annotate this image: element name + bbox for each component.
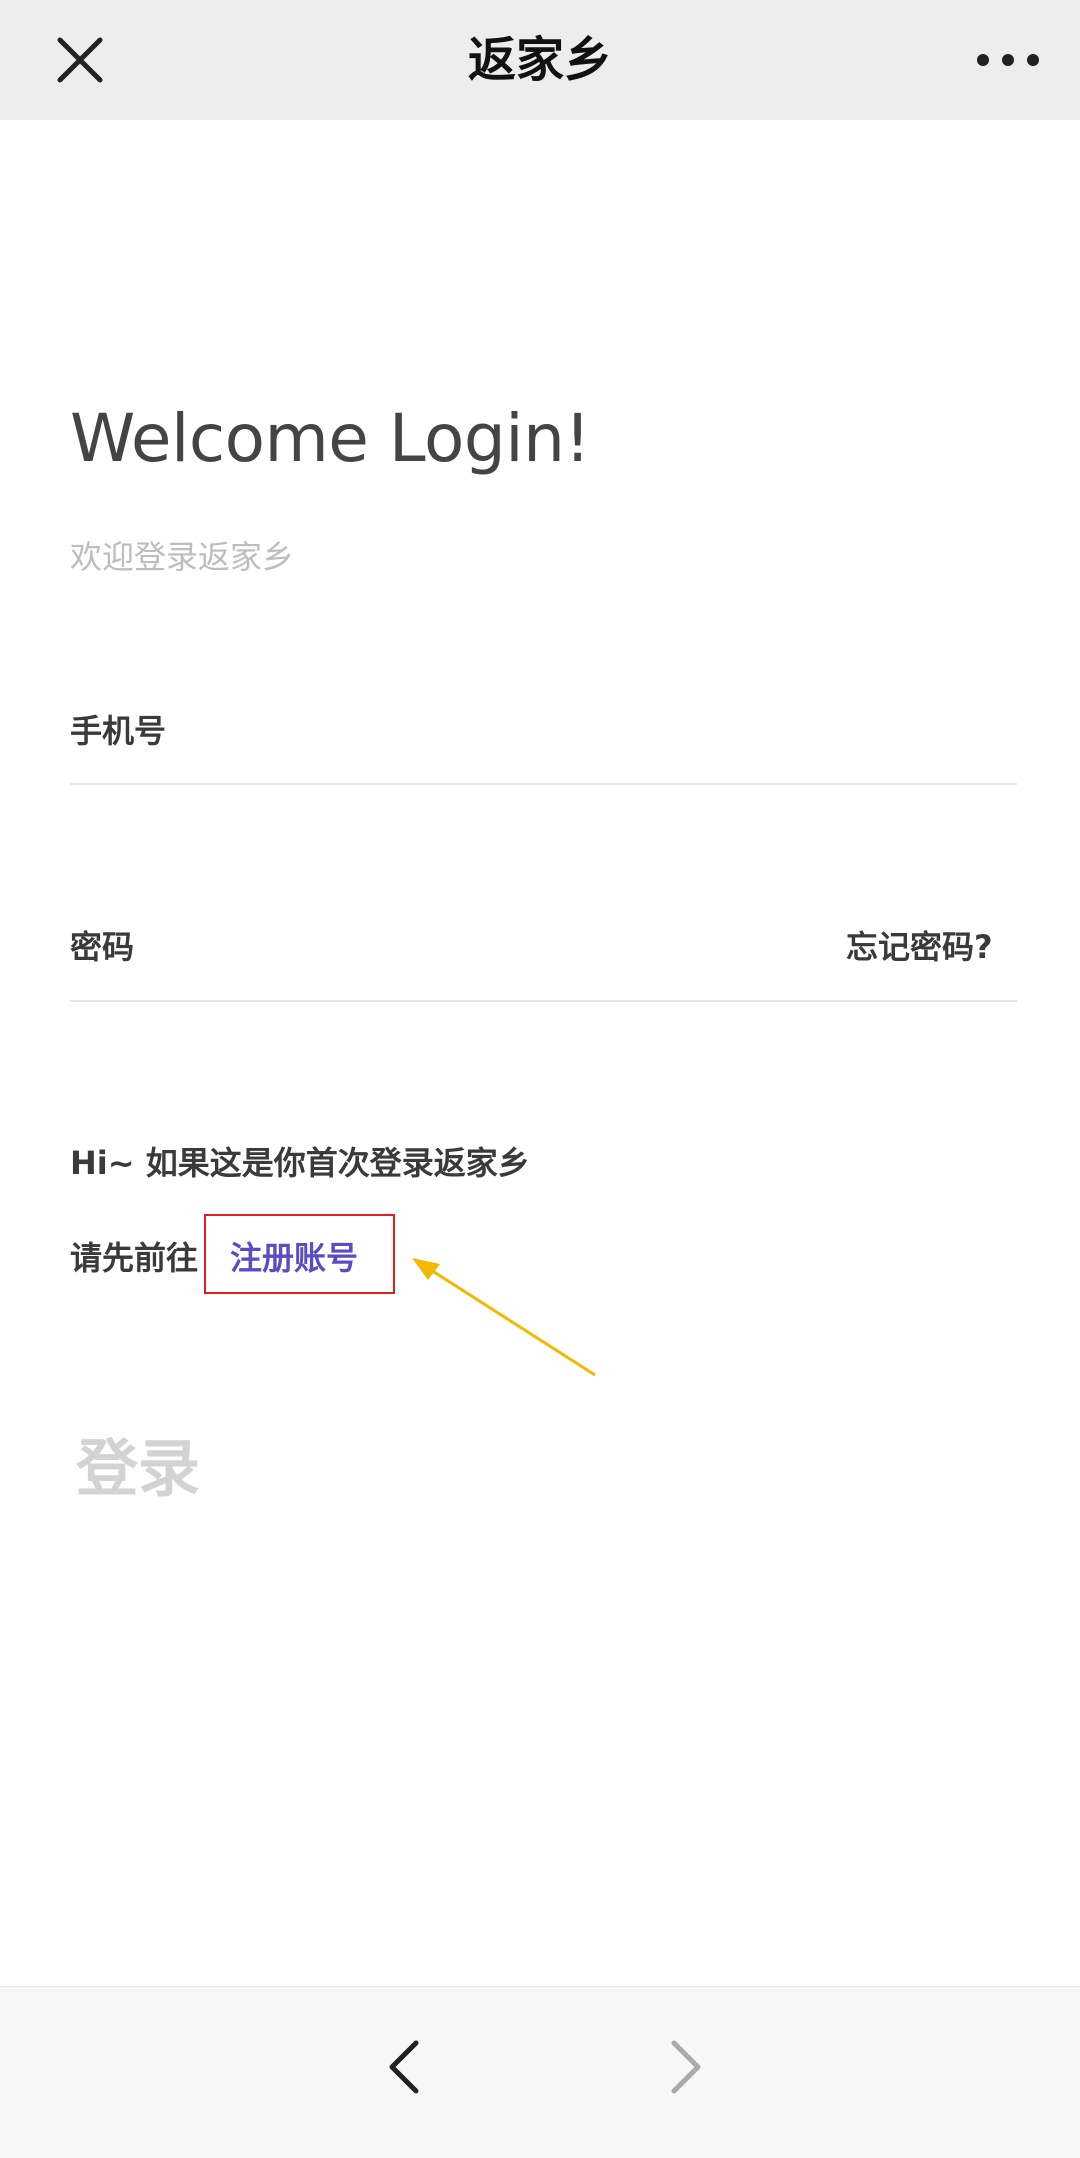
top-nav-bar: 返家乡	[0, 0, 1080, 120]
bottom-nav-bar	[0, 1986, 1080, 2158]
forgot-password-link[interactable]: 忘记密码?	[846, 922, 993, 968]
register-link[interactable]: 注册账号	[230, 1233, 358, 1279]
password-input[interactable]	[170, 914, 814, 976]
chevron-left-icon	[389, 2040, 419, 2094]
back-button[interactable]	[378, 2027, 428, 2107]
annotation-arrow-icon	[412, 1258, 596, 1377]
welcome-heading: Welcome Login!	[70, 400, 591, 477]
forward-button[interactable]	[662, 2027, 712, 2107]
chevron-right-icon	[671, 2040, 701, 2094]
password-divider	[70, 1000, 1017, 1002]
welcome-subtitle: 欢迎登录返家乡	[70, 538, 295, 576]
password-label: 密码	[70, 928, 135, 966]
more-button[interactable]	[975, 40, 1045, 80]
register-prompt: 请先前往	[70, 1239, 199, 1277]
more-horizontal-icon	[977, 54, 1039, 66]
phone-input[interactable]	[200, 698, 1004, 760]
first-login-hint: Hi~ 如果这是你首次登录返家乡	[70, 1144, 530, 1182]
phone-divider	[70, 783, 1017, 785]
login-button[interactable]: 登录	[76, 1418, 200, 1508]
phone-label: 手机号	[70, 712, 167, 750]
page-title: 返家乡	[467, 32, 612, 88]
